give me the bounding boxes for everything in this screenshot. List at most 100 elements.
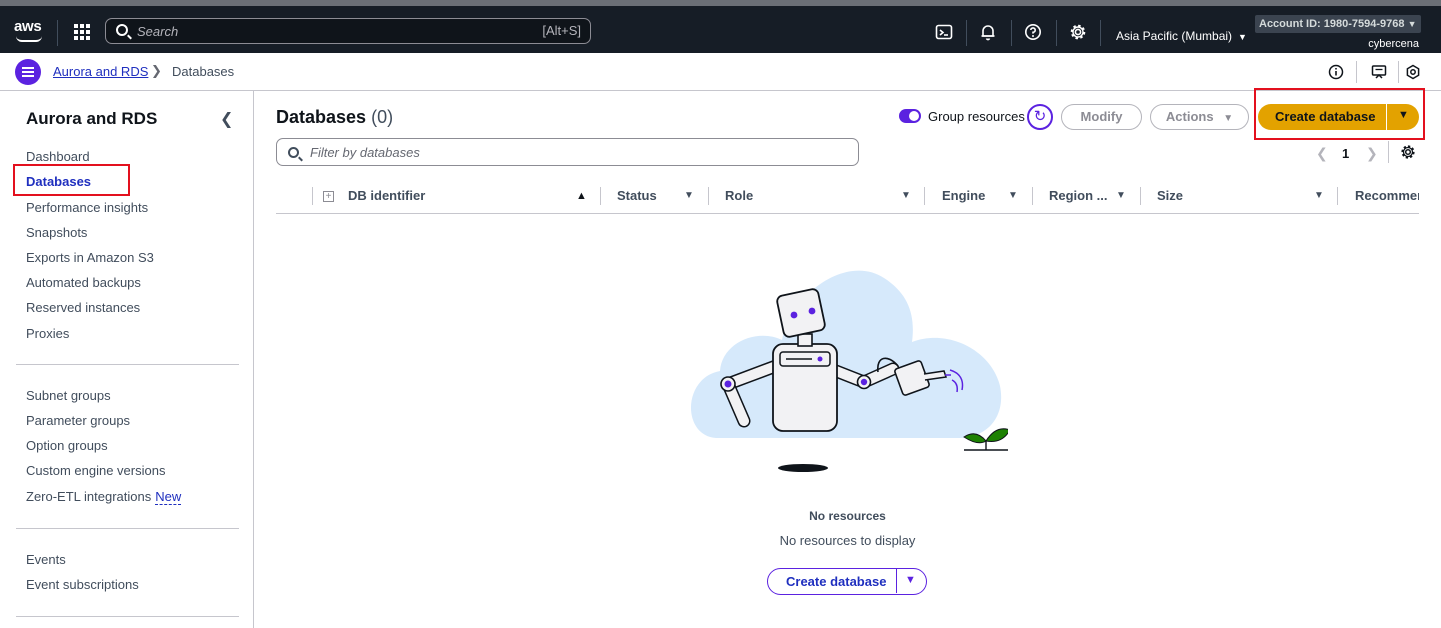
- column-divider: [1140, 187, 1141, 205]
- aws-logo[interactable]: aws: [14, 18, 42, 35]
- expand-all-icon[interactable]: +: [323, 191, 334, 202]
- sidebar-item-exports-s3[interactable]: Exports in Amazon S3: [26, 250, 154, 265]
- divider: [966, 20, 967, 46]
- settings-hex-icon[interactable]: [1405, 64, 1421, 80]
- modify-label: Modify: [1080, 109, 1123, 124]
- sidebar-divider: [16, 528, 239, 529]
- button-split-divider: [896, 569, 897, 593]
- region-label: Asia Pacific (Mumbai): [1116, 29, 1233, 43]
- search-placeholder: Search: [137, 24, 179, 39]
- resource-count: (0): [371, 107, 394, 127]
- help-icon[interactable]: [1024, 23, 1042, 41]
- sidebar-item-option-groups[interactable]: Option groups: [26, 438, 108, 453]
- highlight-box-databases: [13, 164, 130, 196]
- new-badge: New: [155, 489, 182, 505]
- sort-caret-icon[interactable]: ▼: [901, 190, 911, 201]
- chevron-right-icon[interactable]: ❯: [1366, 145, 1378, 162]
- sidebar-item-label: Zero-ETL integrations: [26, 489, 152, 504]
- menu-icon[interactable]: [15, 59, 41, 85]
- account-menu[interactable]: Account ID: 1980-7594-9768 ▼: [1255, 15, 1421, 33]
- search-icon: [116, 24, 128, 36]
- column-divider: [924, 187, 925, 205]
- page-title-text: Databases: [276, 107, 367, 127]
- column-divider: [708, 187, 709, 205]
- sidebar-item-dashboard[interactable]: Dashboard: [26, 149, 90, 164]
- chevron-left-icon[interactable]: ❮: [1316, 145, 1328, 162]
- aws-logo-smile: [16, 36, 42, 42]
- region-selector[interactable]: Asia Pacific (Mumbai) ▼: [1116, 29, 1247, 43]
- breadcrumb-parent-link[interactable]: Aurora and RDS: [53, 64, 148, 79]
- sort-ascending-icon[interactable]: ▲: [576, 190, 587, 202]
- sidebar-item-parameter-groups[interactable]: Parameter groups: [26, 413, 130, 428]
- column-divider: [1337, 187, 1338, 205]
- refresh-icon[interactable]: ↻: [1027, 104, 1053, 130]
- sidebar-item-events[interactable]: Events: [26, 552, 66, 567]
- caret-down-icon: ▼: [1223, 113, 1234, 124]
- caret-down-icon: ▼: [1407, 19, 1417, 29]
- sidebar-item-event-subscriptions[interactable]: Event subscriptions: [26, 577, 139, 592]
- table-preferences-gear-icon[interactable]: [1400, 144, 1416, 160]
- column-status[interactable]: Status: [617, 188, 657, 203]
- highlight-box-create-database: [1254, 88, 1425, 140]
- sidebar-item-automated-backups[interactable]: Automated backups: [26, 275, 141, 290]
- sidebar-item-zero-etl[interactable]: Zero-ETL integrations New: [26, 489, 182, 505]
- divider: [1388, 141, 1389, 163]
- info-icon[interactable]: [1328, 64, 1344, 80]
- sidebar-item-subnet-groups[interactable]: Subnet groups: [26, 388, 111, 403]
- main-content: Databases (0) Group resources ↻ Modify A…: [254, 91, 1441, 628]
- column-divider: [600, 187, 601, 205]
- search-input[interactable]: Search [Alt+S]: [105, 18, 591, 44]
- filter-placeholder: Filter by databases: [310, 145, 420, 160]
- actions-label: Actions: [1165, 109, 1214, 124]
- services-grid-icon[interactable]: [74, 24, 90, 40]
- actions-button[interactable]: Actions ▼: [1150, 104, 1249, 130]
- notifications-icon[interactable]: [1371, 64, 1387, 80]
- collapse-sidebar-icon[interactable]: ❮: [220, 109, 233, 129]
- column-region[interactable]: Region ...: [1049, 188, 1108, 203]
- column-size[interactable]: Size: [1157, 188, 1183, 203]
- divider: [1100, 20, 1101, 46]
- search-icon: [288, 147, 299, 158]
- empty-state-subtitle: No resources to display: [779, 533, 916, 548]
- column-role[interactable]: Role: [725, 188, 753, 203]
- empty-create-database-button[interactable]: Create database ▼: [767, 568, 927, 595]
- column-divider: [312, 187, 313, 205]
- divider: [1056, 20, 1057, 46]
- divider: [1398, 61, 1399, 83]
- gear-icon[interactable]: [1069, 23, 1087, 41]
- breadcrumb-current: Databases: [172, 64, 235, 79]
- filter-databases-input[interactable]: Filter by databases: [276, 138, 859, 166]
- sort-caret-icon[interactable]: ▼: [1116, 190, 1126, 201]
- sidebar-title: Aurora and RDS: [26, 109, 158, 128]
- sort-caret-icon[interactable]: ▼: [684, 190, 694, 201]
- column-recommendations[interactable]: Recommen: [1355, 188, 1419, 203]
- caret-down-icon: ▼: [1238, 32, 1247, 42]
- page-number[interactable]: 1: [1342, 146, 1349, 161]
- column-engine[interactable]: Engine: [942, 188, 985, 203]
- divider: [1011, 20, 1012, 46]
- modify-button[interactable]: Modify: [1061, 104, 1142, 130]
- top-navigation-bar: aws Search [Alt+S] Asia Pacific (Mumbai)…: [0, 0, 1441, 53]
- sidebar-item-performance-insights[interactable]: Performance insights: [26, 200, 148, 215]
- user-name[interactable]: cybercena: [1368, 38, 1419, 50]
- caret-down-icon[interactable]: ▼: [905, 574, 916, 586]
- sidebar-divider: [16, 616, 239, 617]
- sort-caret-icon[interactable]: ▼: [1314, 190, 1324, 201]
- page-title: Databases (0): [276, 107, 393, 128]
- cloudshell-icon[interactable]: [935, 23, 953, 41]
- sort-caret-icon[interactable]: ▼: [1008, 190, 1018, 201]
- group-resources-toggle[interactable]: [899, 109, 921, 123]
- table-header: + DB identifier ▲ Status ▼ Role ▼ Engine…: [276, 183, 1419, 214]
- empty-create-database-label: Create database: [786, 574, 887, 589]
- divider: [1356, 61, 1357, 83]
- empty-state-title: No resources: [809, 509, 886, 523]
- chevron-right-icon: ❯: [151, 63, 162, 78]
- bell-icon[interactable]: [979, 23, 997, 41]
- sidebar-item-snapshots[interactable]: Snapshots: [26, 225, 87, 240]
- sidebar-item-custom-engine-versions[interactable]: Custom engine versions: [26, 463, 165, 478]
- search-shortcut: [Alt+S]: [542, 23, 581, 38]
- sidebar-item-proxies[interactable]: Proxies: [26, 326, 69, 341]
- sidebar-item-reserved-instances[interactable]: Reserved instances: [26, 300, 140, 315]
- column-db-identifier[interactable]: DB identifier: [348, 188, 425, 203]
- breadcrumb-bar: Aurora and RDS ❯ Databases: [0, 53, 1441, 91]
